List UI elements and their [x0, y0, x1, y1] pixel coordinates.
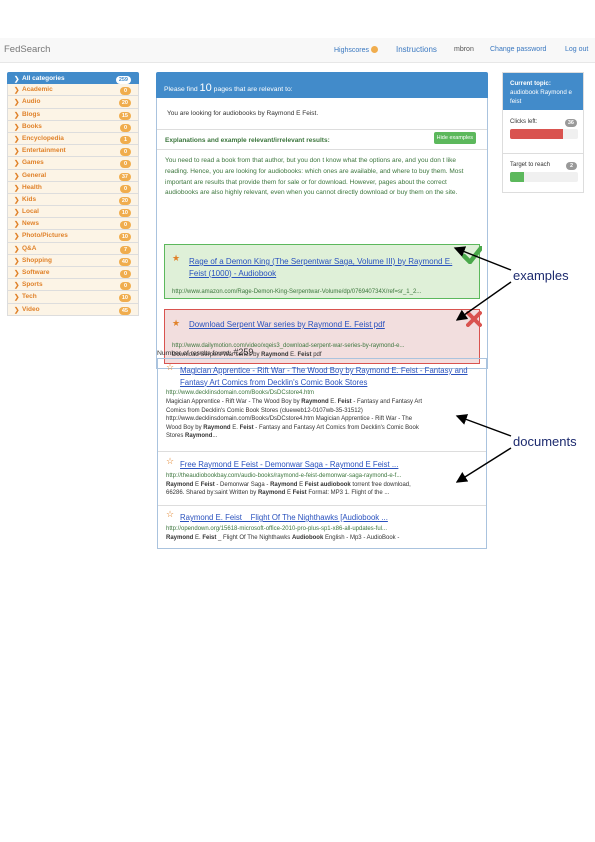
arrow-to-relevant-example: [453, 246, 512, 271]
arrow-to-result-1: [455, 414, 512, 437]
arrow-to-irrelevant-example: [455, 281, 512, 321]
arrow-to-result-2: [455, 447, 512, 483]
examples-annotation: examples: [513, 268, 569, 283]
documents-annotation: documents: [513, 434, 577, 449]
annotation-arrows: [453, 246, 512, 483]
